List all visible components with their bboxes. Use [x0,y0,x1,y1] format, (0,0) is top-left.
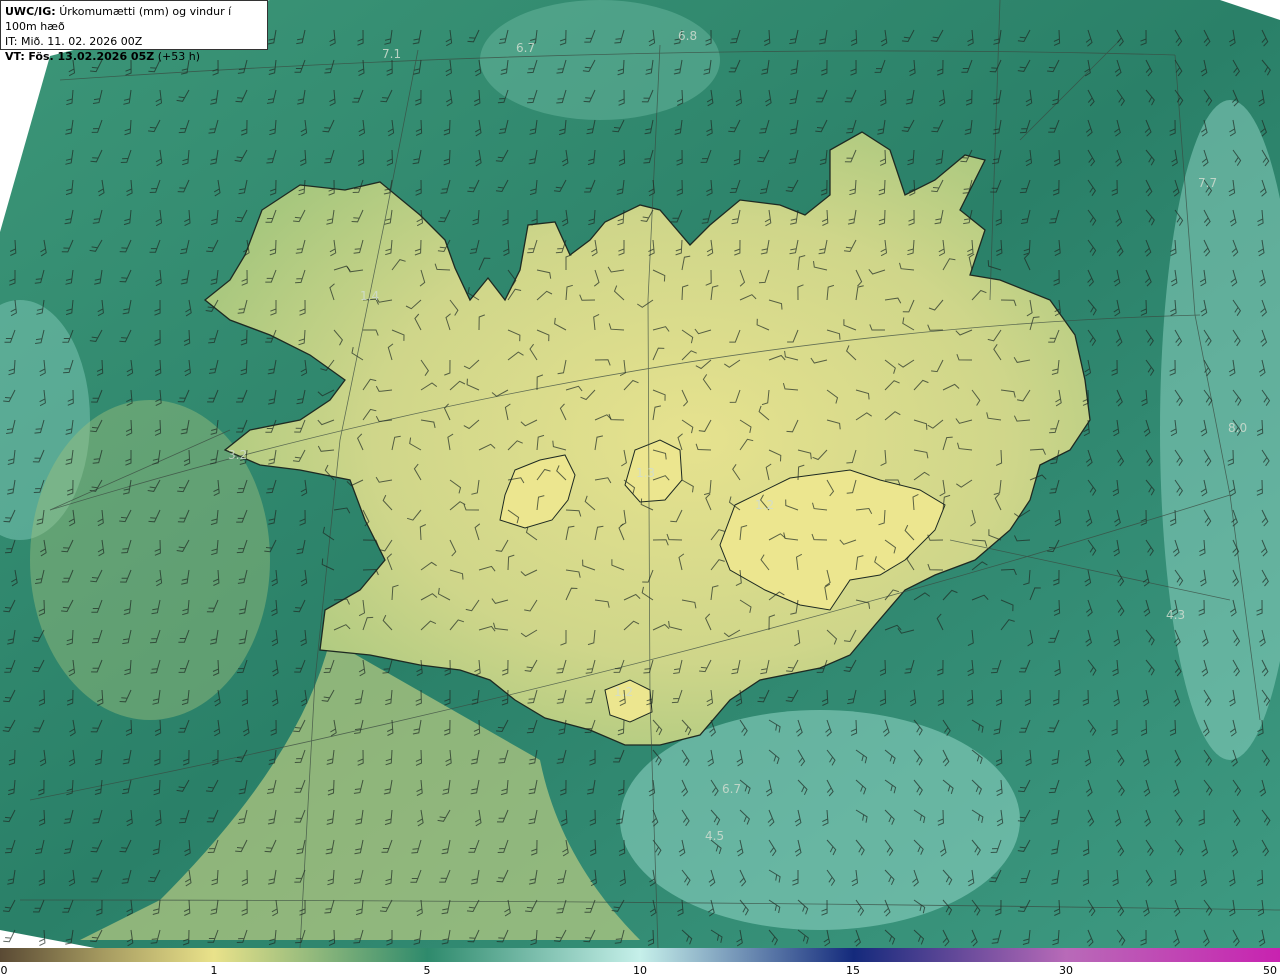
info-it-line: IT: Mið. 11. 02. 2026 00Z [5,34,263,49]
weather-map: 7.1 6.7 6.8 7.7 1.4 3.2 1.3 1.2 8.0 4.3 … [0,0,1280,948]
info-title-line: UWC/IG: Úrkomumætti (mm) og vindur í 100… [5,4,263,34]
map-value: 1.2 [755,498,774,512]
colorbar-tick: 10 [633,964,647,977]
map-value: 4.5 [705,829,724,843]
colorbar-tick: 15 [846,964,860,977]
map-value: 6.7 [516,41,535,55]
colorbar: 0 1 5 10 15 30 50 [0,948,1280,978]
vt-label: VT: [5,50,25,63]
map-value: 1.2 [614,685,633,699]
light-sea-patch-southeast [620,710,1020,930]
colorbar-tick: 30 [1059,964,1073,977]
map-info-box: UWC/IG: Úrkomumætti (mm) og vindur í 100… [0,0,268,63]
map-value: 1.4 [360,289,379,303]
colorbar-tick: 5 [423,964,431,977]
it-label: IT: [5,35,18,48]
map-value: 7.1 [382,47,401,61]
colorbar-tick: 50 [1263,964,1277,977]
colorbar-tick: 1 [210,964,218,977]
colorbar-gradient [0,948,1280,962]
map-value: 6.7 [722,782,741,796]
map-value: 1.3 [636,466,655,480]
light-sea-patch-north [480,0,720,120]
map-value: 7.7 [1198,176,1217,190]
map-value: 4.3 [1166,608,1185,622]
init-time: Mið. 11. 02. 2026 00Z [20,35,143,48]
lead-time: (+53 h) [157,50,200,63]
map-value: 8.0 [1228,421,1247,435]
colorbar-tick: 0 [0,964,8,977]
map-value: 6.8 [678,29,697,43]
map-value: 3.2 [228,448,247,462]
valid-time: Fös. 13.02.2026 05Z [28,50,155,63]
model-label: UWC/IG: [5,5,56,18]
info-vt-line: VT: Fös. 13.02.2026 05Z (+53 h) [5,49,263,64]
